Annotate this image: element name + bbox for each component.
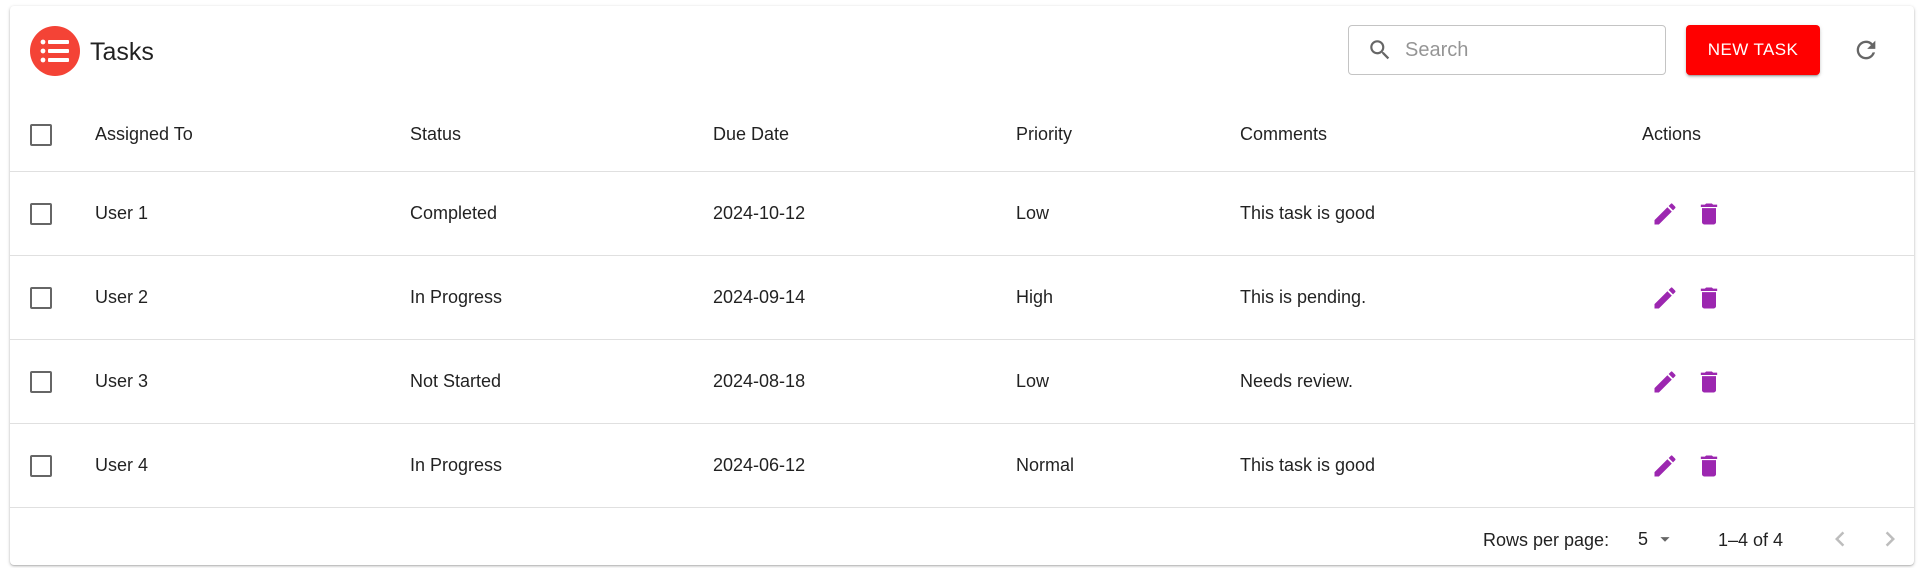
cell-actions xyxy=(1642,424,1736,507)
row-checkbox[interactable] xyxy=(30,454,52,477)
page-title: Tasks xyxy=(90,38,154,66)
table-row[interactable]: User 2 In Progress 2024-09-14 High This … xyxy=(10,256,1914,340)
cell-assigned-to: User 4 xyxy=(95,455,149,475)
table-row[interactable]: User 3 Not Started 2024-08-18 Low Needs … xyxy=(10,340,1914,424)
table-pagination: Rows per page: 5 1–4 of 4 xyxy=(10,508,1914,565)
column-header-comments[interactable]: Comments xyxy=(1240,98,1327,171)
dropdown-arrow-icon xyxy=(1660,537,1670,542)
toolbar: Tasks NEW TASK xyxy=(10,6,1914,98)
cell-comments: This task is good xyxy=(1240,203,1376,223)
cell-assigned-to: User 2 xyxy=(95,287,149,307)
cell-priority: Low xyxy=(1016,371,1050,391)
delete-icon[interactable] xyxy=(1692,281,1726,315)
column-header-status[interactable]: Status xyxy=(410,98,461,171)
column-header-assigned-to[interactable]: Assigned To xyxy=(95,98,193,171)
delete-icon[interactable] xyxy=(1692,197,1726,231)
cell-due-date: 2024-08-18 xyxy=(713,371,806,391)
chevron-left-icon[interactable] xyxy=(1825,524,1855,559)
select-all-checkbox[interactable] xyxy=(30,123,52,146)
cell-due-date: 2024-06-12 xyxy=(713,455,806,475)
cell-actions xyxy=(1642,340,1736,423)
search-box[interactable] xyxy=(1348,25,1666,75)
edit-icon[interactable] xyxy=(1648,449,1682,483)
rows-per-page-select[interactable]: 5 xyxy=(1638,528,1676,550)
cell-comments: This task is good xyxy=(1240,455,1376,475)
chevron-right-icon[interactable] xyxy=(1875,524,1905,559)
rows-per-page-value: 5 xyxy=(1638,528,1649,549)
cell-assigned-to: User 3 xyxy=(95,371,149,391)
cell-assigned-to: User 1 xyxy=(95,203,149,223)
table-header: Assigned To Status Due Date Priority Com… xyxy=(10,98,1914,172)
row-checkbox[interactable] xyxy=(30,370,52,393)
search-input[interactable] xyxy=(1405,38,1645,62)
cell-comments: This is pending. xyxy=(1240,287,1367,307)
task-list-icon xyxy=(30,26,80,76)
cell-status: In Progress xyxy=(410,455,503,475)
cell-due-date: 2024-10-12 xyxy=(713,203,806,223)
cell-priority: High xyxy=(1016,287,1054,307)
delete-icon[interactable] xyxy=(1692,449,1726,483)
cell-comments: Needs review. xyxy=(1240,371,1354,391)
pagination-range: 1–4 of 4 xyxy=(1718,530,1784,550)
refresh-icon[interactable] xyxy=(1850,34,1882,66)
edit-icon[interactable] xyxy=(1648,281,1682,315)
new-task-button[interactable]: NEW TASK xyxy=(1686,25,1820,75)
column-header-actions: Actions xyxy=(1642,124,1702,144)
table-row[interactable]: User 1 Completed 2024-10-12 Low This tas… xyxy=(10,172,1914,256)
row-checkbox[interactable] xyxy=(30,286,52,309)
column-header-due-date[interactable]: Due Date xyxy=(713,98,789,171)
edit-icon[interactable] xyxy=(1648,365,1682,399)
table-row[interactable]: User 4 In Progress 2024-06-12 Normal Thi… xyxy=(10,424,1914,508)
cell-actions xyxy=(1642,256,1736,339)
row-checkbox[interactable] xyxy=(30,202,52,225)
cell-priority: Normal xyxy=(1016,455,1075,475)
cell-actions xyxy=(1642,172,1736,255)
rows-per-page-label: Rows per page: xyxy=(1483,530,1610,550)
column-header-priority[interactable]: Priority xyxy=(1016,98,1072,171)
cell-due-date: 2024-09-14 xyxy=(713,287,806,307)
cell-priority: Low xyxy=(1016,203,1050,223)
delete-icon[interactable] xyxy=(1692,365,1726,399)
cell-status: Completed xyxy=(410,203,498,223)
cell-status: Not Started xyxy=(410,371,502,391)
cell-status: In Progress xyxy=(410,287,503,307)
edit-icon[interactable] xyxy=(1648,197,1682,231)
search-icon xyxy=(1370,40,1390,60)
tasks-card: Tasks NEW TASK Assigned To Status Due Da… xyxy=(10,6,1914,565)
